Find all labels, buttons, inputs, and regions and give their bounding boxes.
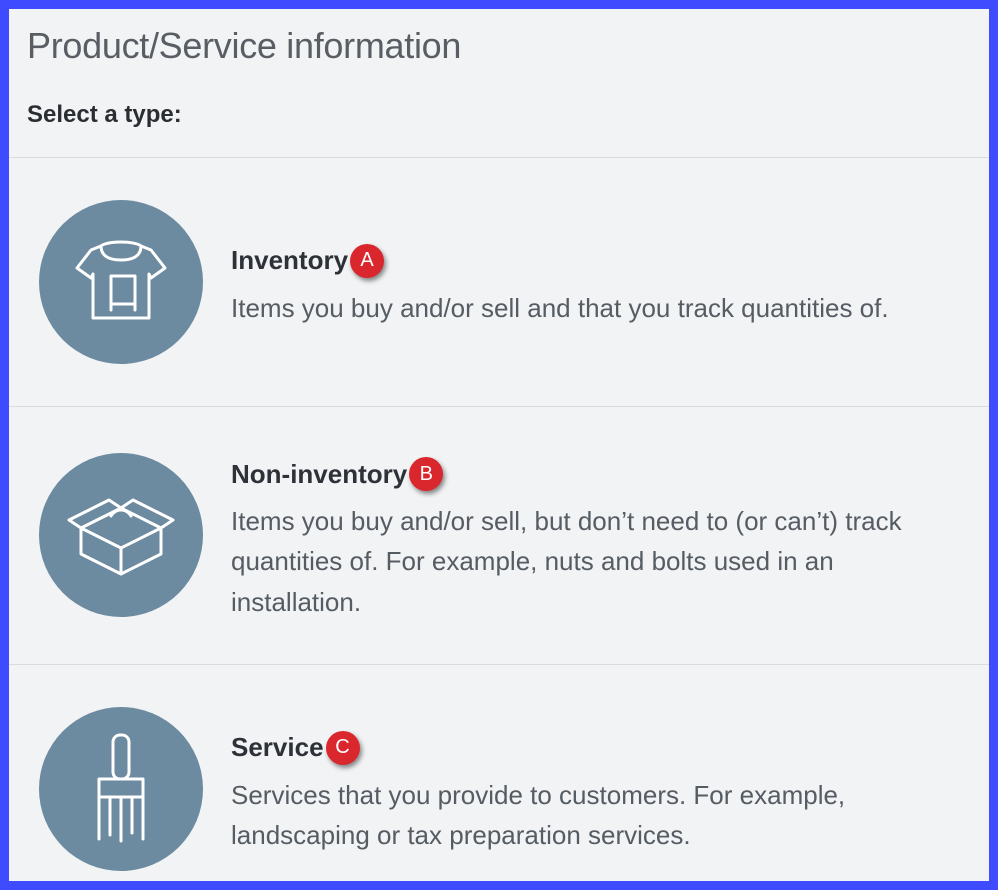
product-service-info-panel: Product/Service information Select a typ… <box>0 0 998 890</box>
brush-icon <box>39 707 203 871</box>
option-inventory[interactable]: Inventory A Items you buy and/or sell an… <box>9 157 989 406</box>
badge-a: A <box>350 244 384 278</box>
option-service[interactable]: Service C Services that you provide to c… <box>9 664 989 890</box>
box-icon <box>39 453 203 617</box>
option-service-text: Service C Services that you provide to c… <box>231 723 959 856</box>
option-service-description: Services that you provide to customers. … <box>231 775 959 856</box>
option-non-inventory-description: Items you buy and/or sell, but don’t nee… <box>231 501 959 622</box>
option-non-inventory-title: Non-inventory <box>231 459 407 490</box>
option-non-inventory[interactable]: Non-inventory B Items you buy and/or sel… <box>9 406 989 664</box>
option-inventory-text: Inventory A Items you buy and/or sell an… <box>231 236 959 328</box>
option-inventory-title: Inventory <box>231 245 348 276</box>
select-type-label: Select a type: <box>27 101 971 129</box>
option-inventory-description: Items you buy and/or sell and that you t… <box>231 288 959 328</box>
header-block: Product/Service information Select a typ… <box>9 9 989 157</box>
tshirt-icon <box>39 200 203 364</box>
badge-c: C <box>326 731 360 765</box>
badge-b: B <box>409 457 443 491</box>
page-title: Product/Service information <box>27 25 971 67</box>
option-service-title: Service <box>231 732 324 763</box>
option-non-inventory-text: Non-inventory B Items you buy and/or sel… <box>231 449 959 622</box>
